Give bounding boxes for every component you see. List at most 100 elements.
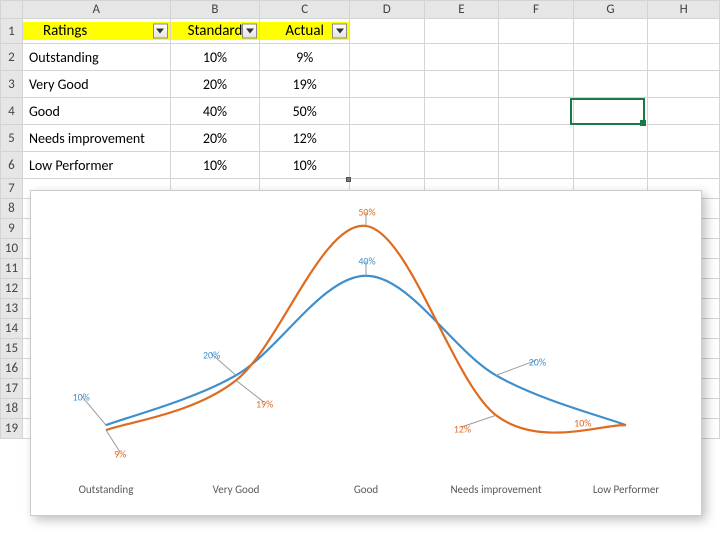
xtick: Very Good [171,475,301,505]
cell-E2[interactable] [424,44,499,71]
cell-D2[interactable] [350,44,425,71]
cell-text: 40% [203,103,227,120]
row-header-9[interactable]: 9 [1,219,23,239]
cell-H6[interactable] [648,152,720,179]
data-label: 10% [574,416,591,429]
col-header-C[interactable]: C [260,1,350,19]
col-header-A[interactable]: A [22,1,170,19]
cell-C6[interactable]: 10% [260,152,350,179]
data-label: 9% [114,447,126,460]
row-header-13[interactable]: 13 [1,299,23,319]
cell-D1[interactable] [350,19,425,44]
cell-D6[interactable] [350,152,425,179]
cell-text: 20% [203,130,227,147]
cell-B5[interactable]: 20% [170,125,260,152]
data-label: 10% [73,390,90,403]
col-header-F[interactable]: F [499,1,574,19]
row-header-12[interactable]: 12 [1,279,23,299]
cell-H3[interactable] [648,71,720,98]
cell-C3[interactable]: 19% [260,71,350,98]
cell-text: Low Performer [29,157,113,174]
data-label: 20% [203,348,220,361]
cell-A4[interactable]: Good [22,98,170,125]
cell-text: Outstanding [29,49,99,66]
cell-C4[interactable]: 50% [260,98,350,125]
header-standard: Standard [188,22,243,40]
row-header-5[interactable]: 5 [1,125,23,152]
row-header-10[interactable]: 10 [1,239,23,259]
row-header-4[interactable]: 4 [1,98,23,125]
row-header-17[interactable]: 17 [1,379,23,399]
cell-H1[interactable] [648,19,720,44]
row-header-18[interactable]: 18 [1,399,23,419]
cell-A1[interactable]: Ratings [22,19,170,44]
cell-E4[interactable] [424,98,499,125]
cell-H5[interactable] [648,125,720,152]
row-header-2[interactable]: 2 [1,44,23,71]
cell-D4[interactable] [350,98,425,125]
cell-E3[interactable] [424,71,499,98]
col-header-D[interactable]: D [350,1,425,19]
header-actual: Actual [285,22,324,40]
row-header-19[interactable]: 19 [1,419,23,439]
cell-G3[interactable] [573,71,648,98]
row-header-11[interactable]: 11 [1,259,23,279]
cell-G6[interactable] [573,152,648,179]
embedded-chart[interactable]: 10%9%20%19%40%50%20%12%10% Outstanding V… [30,190,702,516]
cell-H4[interactable] [648,98,720,125]
cell-C2[interactable]: 9% [260,44,350,71]
cell-text: 19% [293,76,317,93]
cell-A2[interactable]: Outstanding [22,44,170,71]
cell-G1[interactable] [573,19,648,44]
cell-E6[interactable] [424,152,499,179]
cell-E1[interactable] [424,19,499,44]
row-header-3[interactable]: 3 [1,71,23,98]
cell-F2[interactable] [499,44,574,71]
data-label: 20% [529,355,546,368]
col-header-B[interactable]: B [170,1,260,19]
cell-C1[interactable]: Actual [260,19,350,44]
row-header-14[interactable]: 14 [1,319,23,339]
col-header-G[interactable]: G [573,1,648,19]
cell-A6[interactable]: Low Performer [22,152,170,179]
chart-plot-area[interactable]: 10%9%20%19%40%50%20%12%10% [41,201,691,475]
cell-text: Good [29,103,60,120]
filter-button-actual[interactable] [332,24,347,39]
row-header-15[interactable]: 15 [1,339,23,359]
cell-B2[interactable]: 10% [170,44,260,71]
cell-text: 50% [293,103,317,120]
filter-button-standard[interactable] [242,24,257,39]
row-header-6[interactable]: 6 [1,152,23,179]
cell-text: Needs improvement [29,130,145,147]
cell-C5[interactable]: 12% [260,125,350,152]
cell-B3[interactable]: 20% [170,71,260,98]
cell-F6[interactable] [499,152,574,179]
range-autofill-marker[interactable] [346,177,351,182]
select-all-corner[interactable] [1,1,23,19]
cell-B1[interactable]: Standard [170,19,260,44]
cell-E5[interactable] [424,125,499,152]
cell-F4[interactable] [499,98,574,125]
cell-H2[interactable] [648,44,720,71]
cell-G4[interactable] [573,98,648,125]
cell-B6[interactable]: 10% [170,152,260,179]
col-header-E[interactable]: E [424,1,499,19]
cell-B4[interactable]: 40% [170,98,260,125]
cell-F1[interactable] [499,19,574,44]
row-header-1[interactable]: 1 [1,19,23,44]
cell-F3[interactable] [499,71,574,98]
cell-D5[interactable] [350,125,425,152]
cell-G5[interactable] [573,125,648,152]
cell-A3[interactable]: Very Good [22,71,170,98]
chart-lines [41,201,691,475]
row-header-8[interactable]: 8 [1,199,23,219]
cell-F5[interactable] [499,125,574,152]
row-header-16[interactable]: 16 [1,359,23,379]
col-header-H[interactable]: H [648,1,720,19]
cell-D3[interactable] [350,71,425,98]
filter-button-ratings[interactable] [153,24,168,39]
cell-G2[interactable] [573,44,648,71]
cell-A5[interactable]: Needs improvement [22,125,170,152]
row-header-7[interactable]: 7 [1,179,23,199]
header-ratings: Ratings [43,22,87,40]
